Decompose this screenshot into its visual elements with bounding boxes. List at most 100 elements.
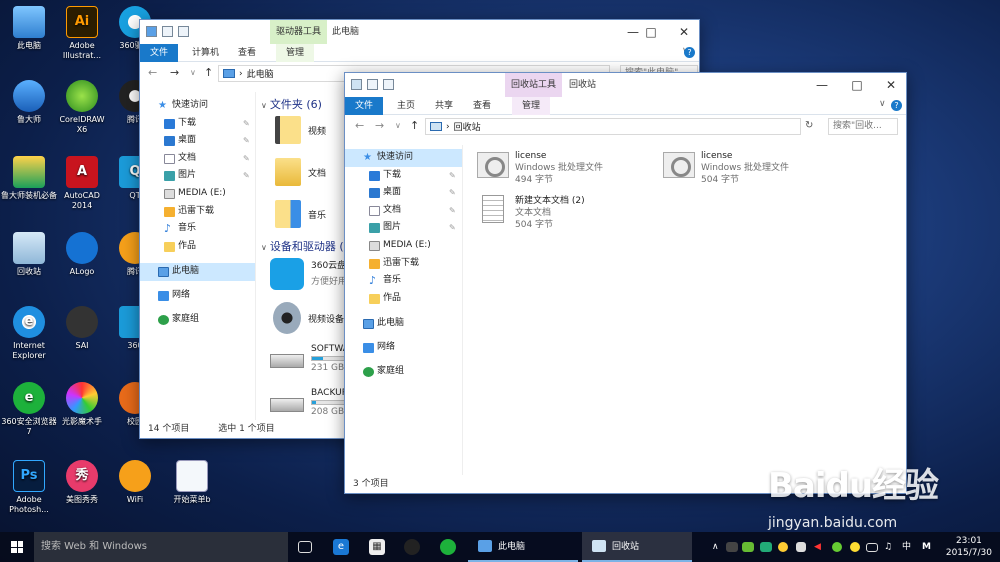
sidebar-item[interactable]: ★ 快速访问 <box>345 149 462 167</box>
taskbar-recycle-bin-button[interactable]: 回收站 <box>582 532 692 562</box>
tab-share[interactable]: 共享 <box>425 97 463 115</box>
device-item[interactable]: BACKUP 208 GB <box>270 388 349 417</box>
back-icon[interactable]: ← <box>148 66 157 79</box>
computer-icon[interactable] <box>146 26 157 37</box>
volume-speaker-icon[interactable]: ♫ <box>884 532 892 562</box>
desktop-shortcut[interactable]: ALogo <box>53 232 111 277</box>
sidebar-item[interactable]: ♪ 音乐 <box>345 272 462 290</box>
sidebar-item[interactable]: 家庭组 <box>345 363 462 381</box>
ime-indicator[interactable]: 中 <box>902 532 911 562</box>
address-bar[interactable]: › 回收站 <box>425 118 801 135</box>
recycle-bin-item[interactable]: 新建文本文档 (2) 文本文档 504 字节 <box>477 195 585 231</box>
edge-browser-icon[interactable]: e <box>333 539 349 555</box>
tab-manage[interactable]: 管理 <box>276 44 315 62</box>
tray-app-icon[interactable] <box>726 542 738 552</box>
desktop-shortcut[interactable]: Ps Adobe Photosh... <box>0 460 58 515</box>
desktop-shortcut[interactable]: 开始菜单b <box>163 460 221 505</box>
tab-view[interactable]: 查看 <box>463 97 501 115</box>
pin-icon[interactable]: ✎ <box>449 184 456 202</box>
ime-mode-icon[interactable]: M <box>922 532 931 562</box>
sidebar-item[interactable]: MEDIA (E:) <box>345 237 462 255</box>
close-button[interactable]: ✕ <box>874 73 908 97</box>
pin-icon[interactable]: ✎ <box>243 132 250 150</box>
folder-item[interactable]: 文档 <box>275 158 326 186</box>
dropdown-icon[interactable] <box>194 26 200 37</box>
desktop-shortcut[interactable]: A AutoCAD 2014 <box>53 156 111 211</box>
pin-icon[interactable]: ✎ <box>449 167 456 185</box>
tab-file[interactable]: 文件 <box>345 97 384 115</box>
tray-app-icon[interactable] <box>760 542 772 552</box>
close-button[interactable]: ✕ <box>667 20 701 44</box>
tab-view[interactable]: 查看 <box>228 44 266 62</box>
show-hidden-icons[interactable]: ∧ <box>712 532 719 562</box>
back-icon[interactable]: ← <box>355 119 364 132</box>
desktop-shortcut[interactable]: 秀美图秀秀 <box>53 460 111 505</box>
new-folder-icon[interactable] <box>383 79 394 90</box>
pin-icon[interactable]: ✎ <box>243 167 250 185</box>
sidebar-item[interactable]: 图片 ✎ <box>345 219 462 237</box>
up-icon[interactable]: ↑ <box>410 119 419 132</box>
start-button[interactable] <box>0 532 34 562</box>
task-view-icon[interactable] <box>298 541 312 553</box>
pin-icon[interactable]: ✎ <box>243 115 250 133</box>
ribbon-expand-icon[interactable]: ∨ <box>879 99 886 109</box>
sidebar-item[interactable]: MEDIA (E:) <box>140 185 255 203</box>
pin-icon[interactable]: ✎ <box>449 219 456 237</box>
tab-file[interactable]: 文件 <box>140 44 179 62</box>
desktop-shortcut[interactable]: WiFi <box>106 460 164 505</box>
help-icon[interactable]: ? <box>891 100 902 111</box>
properties-icon[interactable] <box>162 26 173 37</box>
sidebar-item[interactable]: ★ 快速访问 <box>140 97 255 115</box>
search-input[interactable]: 搜索"回收... <box>828 118 898 135</box>
desktop-shortcut[interactable]: 此电脑 <box>0 6 58 51</box>
desktop-shortcut[interactable]: e Internet Explorer <box>0 306 58 361</box>
maximize-button[interactable]: □ <box>840 73 874 97</box>
volume-icon[interactable]: ◀ <box>814 532 821 562</box>
recycle-bin-item[interactable]: license Windows 批处理文件 494 字节 <box>477 150 603 186</box>
tab-manage[interactable]: 管理 <box>512 97 551 115</box>
tab-computer[interactable]: 计算机 <box>182 44 229 62</box>
properties-icon[interactable] <box>367 79 378 90</box>
desktop-shortcut[interactable]: 鲁大师 <box>0 80 58 125</box>
pin-icon[interactable]: ✎ <box>243 150 250 168</box>
devices-group-header[interactable]: ∨ 设备和驱动器 ( <box>261 238 344 254</box>
sidebar-item[interactable]: ♪ 音乐 <box>140 220 255 238</box>
sidebar-item[interactable]: 桌面 ✎ <box>345 184 462 202</box>
sidebar-item[interactable]: 下载 ✎ <box>345 167 462 185</box>
recycle-bin-item[interactable]: license Windows 批处理文件 504 字节 <box>663 150 789 186</box>
sidebar-item[interactable]: 网络 <box>345 339 462 357</box>
sidebar-item[interactable]: 迅雷下载 <box>140 203 255 221</box>
recent-dropdown-icon[interactable]: ∨ <box>190 68 196 77</box>
clock[interactable]: 23:01 2015/7/30 <box>946 535 992 559</box>
sidebar-item[interactable]: 作品 <box>140 238 255 256</box>
up-icon[interactable]: ↑ <box>204 66 213 79</box>
sidebar-item[interactable]: 文档 ✎ <box>140 150 255 168</box>
tray-app-icon[interactable] <box>850 542 860 552</box>
taskbar-search-input[interactable]: 搜索 Web 和 Windows <box>34 532 288 562</box>
sidebar-item[interactable]: 此电脑 <box>140 263 255 281</box>
desktop-shortcut[interactable]: 回收站 <box>0 232 58 277</box>
network-tray-icon[interactable] <box>796 542 806 552</box>
maximize-button[interactable]: □ <box>634 20 668 44</box>
title-bar[interactable]: 回收站工具 回收站 — □ ✕ <box>345 73 906 97</box>
device-item[interactable]: 视频设备 <box>273 302 344 334</box>
360-browser-icon[interactable] <box>440 539 456 555</box>
desktop-shortcut[interactable]: 鲁大师装机必备 <box>0 156 58 201</box>
recent-dropdown-icon[interactable]: ∨ <box>395 121 401 130</box>
sidebar-item[interactable]: 此电脑 <box>345 315 462 333</box>
help-icon[interactable]: ? <box>684 47 695 58</box>
tab-home[interactable]: 主页 <box>387 97 425 115</box>
nvidia-icon[interactable] <box>742 542 754 552</box>
keyboard-icon[interactable] <box>866 543 878 552</box>
device-item[interactable]: 360云盘 方便好用 <box>270 258 347 290</box>
sidebar-item[interactable]: 家庭组 <box>140 311 255 329</box>
desktop-shortcut[interactable]: e 360安全浏览器7 <box>0 382 58 437</box>
taskbar-explorer-button[interactable]: 此电脑 <box>468 532 578 562</box>
tray-app-icon[interactable] <box>832 542 842 552</box>
forward-icon[interactable]: → <box>375 119 384 132</box>
desktop-shortcut[interactable]: 光影魔术手 <box>53 382 111 427</box>
desktop-shortcut[interactable]: SAI <box>53 306 111 351</box>
dropdown-icon[interactable] <box>399 79 405 90</box>
forward-icon[interactable]: → <box>170 66 179 79</box>
sidebar-item[interactable]: 迅雷下载 <box>345 255 462 273</box>
